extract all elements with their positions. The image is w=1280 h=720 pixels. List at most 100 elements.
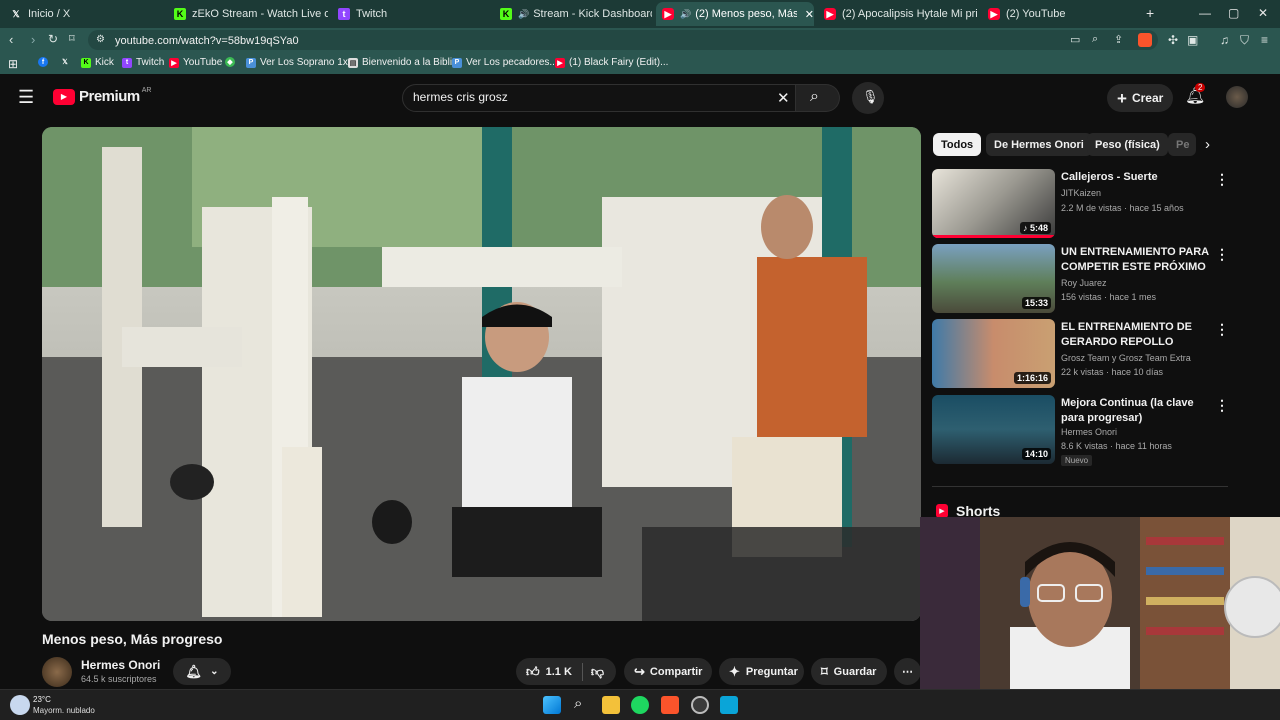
cast-icon[interactable]: ▭ (1070, 33, 1080, 46)
channel-name[interactable]: Hermes Onori (81, 658, 160, 672)
sidebar-icon[interactable]: ▣ (1187, 33, 1198, 47)
weather-icon[interactable] (10, 695, 30, 715)
dislike-icon[interactable]: 👎︎ (591, 664, 604, 680)
bookmark-soprano[interactable]: P Ver Los Soprano 1x... (246, 57, 356, 68)
close-window-icon[interactable]: ✕ (1258, 6, 1268, 20)
hamburger-menu-icon[interactable]: ☰ (18, 88, 34, 106)
menu-icon[interactable]: ≡ (1261, 33, 1268, 47)
back-icon[interactable]: ‹ (9, 32, 13, 47)
more-actions-button[interactable]: ⋯ (894, 658, 921, 685)
share-icon[interactable]: ⇪ (1114, 33, 1123, 46)
recommendation-item[interactable]: 14:10 Mejora Continua (la clave para pro… (932, 395, 1232, 466)
save-button[interactable]: ⌑ Guardar (811, 658, 887, 685)
like-count[interactable]: 1.1 K (546, 666, 572, 678)
minimize-icon[interactable]: — (1199, 6, 1211, 20)
more-options-icon[interactable]: ⋮ (1215, 397, 1229, 414)
recommendation-item[interactable]: 15:33 UN ENTRENAMIENTO PARA COMPETIR EST… (932, 244, 1232, 314)
video-title[interactable]: UN ENTRENAMIENTO PARA COMPETIR ESTE PRÓX… (1061, 245, 1211, 275)
zoom-icon[interactable]: ⌕ (1092, 33, 1098, 46)
bookmark-black-fairy[interactable]: ▶ (1) Black Fairy (Edit)... (555, 57, 668, 68)
tab-label: Stream - Kick Dashboard (533, 8, 652, 20)
site-info-icon[interactable]: ⚙ (96, 34, 105, 45)
video-thumbnail[interactable]: 15:33 (932, 244, 1055, 313)
bookmark-green[interactable]: ◆ (225, 57, 239, 67)
reload-icon[interactable]: ↻ (48, 32, 58, 46)
chip-todos[interactable]: Todos (933, 133, 982, 156)
chip-hermes-onori[interactable]: De Hermes Onori (986, 133, 1092, 156)
ask-button[interactable]: ✦ Preguntar (719, 658, 804, 685)
maximize-icon[interactable]: ▢ (1228, 6, 1239, 20)
bookmark-kick[interactable]: K Kick (81, 57, 114, 68)
tab-kick-stream[interactable]: K zEkO Stream - Watch Live on Kick (168, 2, 328, 26)
bookmark-x[interactable]: 𝕏 (60, 57, 74, 67)
notifications-button[interactable]: 🔔︎ 2 (1185, 83, 1206, 106)
bookmark-facebook[interactable]: f (38, 57, 52, 67)
create-button[interactable]: + Crear (1107, 84, 1173, 112)
duration-badge: 1:16:16 (1013, 372, 1051, 384)
music-note-icon: ♪ (1022, 223, 1030, 233)
youtube-logo[interactable]: ▶ Premium AR (53, 87, 151, 105)
tab-x[interactable]: 𝕏 Inicio / X (4, 2, 164, 26)
tab-twitch[interactable]: t Twitch (332, 2, 492, 26)
channel-name[interactable]: Grosz Team y Grosz Team Extra (1061, 353, 1191, 363)
weather-desc[interactable]: Mayorm. nublado (33, 706, 95, 715)
more-options-icon[interactable]: ⋮ (1215, 321, 1229, 338)
recommendation-item[interactable]: 1:16:16 EL ENTRENAMIENTO DE GERARDO REPO… (932, 319, 1232, 389)
address-bar[interactable]: ⚙ youtube.com/watch?v=58bw19qSYa0 ▭ ⌕ ⇪ (88, 30, 1158, 50)
more-options-icon[interactable]: ⋮ (1215, 246, 1229, 263)
youtube-icon: ▶ (988, 8, 1000, 20)
extensions-icon[interactable]: ✣ (1168, 33, 1178, 47)
channel-name[interactable]: Roy Juarez (1061, 278, 1107, 288)
music-icon[interactable]: ♫ (1220, 33, 1229, 47)
like-icon[interactable]: 👍︎ (526, 664, 540, 680)
video-title[interactable]: Mejora Continua (la clave para progresar… (1061, 396, 1211, 426)
search-icon[interactable]: ⌕ (574, 695, 582, 712)
bookmark-pecadores[interactable]: P Ver Los pecadores... (452, 57, 558, 68)
subscribed-notifications-button[interactable]: 🔔︎ ⌄ (173, 658, 231, 685)
brave-shield-icon[interactable] (1138, 33, 1152, 47)
channel-avatar[interactable] (42, 657, 72, 687)
tab-kick-dashboard[interactable]: K 🔊 Stream - Kick Dashboard (494, 2, 652, 26)
voice-search-button[interactable]: 🎙 (852, 82, 884, 114)
video-title[interactable]: Callejeros - Suerte (1061, 170, 1211, 185)
obs-icon[interactable] (691, 696, 709, 714)
video-thumbnail[interactable]: ♪ 5:48 (932, 169, 1055, 238)
channel-name[interactable]: JITKaizen (1061, 188, 1101, 198)
share-button[interactable]: ↪ Compartir (624, 658, 712, 685)
video-thumbnail[interactable]: 14:10 (932, 395, 1055, 464)
brave-icon[interactable] (661, 696, 679, 714)
spotify-icon[interactable] (631, 696, 649, 714)
weather-temp[interactable]: 23°C (33, 695, 51, 704)
clear-search-icon[interactable]: ✕ (777, 89, 790, 107)
chip-peso-fisica[interactable]: Peso (física) (1087, 133, 1168, 156)
search-input[interactable] (413, 90, 763, 104)
windows-start-icon[interactable] (543, 696, 561, 714)
tab-youtube-active[interactable]: ▶ 🔊 (2) Menos peso, Más progreso ✕ (656, 2, 814, 26)
file-explorer-icon[interactable] (602, 696, 620, 714)
vpn-icon[interactable]: ⛉ (1240, 33, 1249, 48)
video-app-icon[interactable] (720, 696, 738, 714)
recommendation-item[interactable]: ♪ 5:48 Callejeros - Suerte JITKaizen 2.2… (932, 169, 1232, 239)
tab-label: (2) Menos peso, Más progreso (695, 8, 797, 20)
video-title[interactable]: EL ENTRENAMIENTO DE GERARDO REPOLLO (1061, 320, 1211, 350)
tab-youtube-home[interactable]: ▶ (2) YouTube (982, 2, 1132, 26)
forward-icon[interactable]: › (31, 32, 35, 47)
chevron-right-icon[interactable]: › (1205, 136, 1210, 153)
search-button[interactable]: ⌕ (796, 84, 840, 112)
video-player[interactable] (42, 127, 921, 621)
kick-icon: K (81, 57, 91, 68)
apps-icon[interactable]: ⊞ (8, 57, 18, 71)
bookmark-biblioteca[interactable]: ▤ Bienvenido a la Bibli... (348, 57, 460, 68)
bookmark-twitch[interactable]: t Twitch (122, 57, 164, 68)
more-options-icon[interactable]: ⋮ (1215, 171, 1229, 188)
bookmark-icon[interactable]: ⌑ (69, 32, 75, 45)
channel-name[interactable]: Hermes Onori (1061, 427, 1117, 437)
video-meta: 8.6 K vistas · hace 11 horas (1061, 441, 1172, 451)
new-tab-icon[interactable]: + (1146, 5, 1154, 21)
video-thumbnail[interactable]: 1:16:16 (932, 319, 1055, 388)
close-tab-icon[interactable]: ✕ (805, 8, 814, 21)
tab-youtube-hytale[interactable]: ▶ (2) Apocalipsis Hytale Mi primera Ve (818, 2, 978, 26)
avatar[interactable] (1226, 86, 1248, 108)
chip-truncated[interactable]: Pe (1168, 133, 1196, 156)
bookmark-youtube[interactable]: ▶ YouTube (169, 57, 222, 68)
